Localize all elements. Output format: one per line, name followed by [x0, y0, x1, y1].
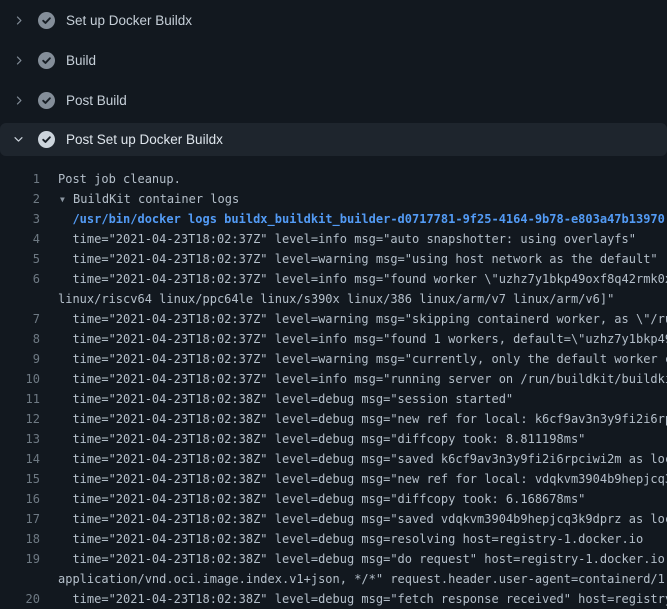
- log-line-continuation: linux/riscv64 linux/ppc64le linux/s390x …: [0, 289, 667, 309]
- log-text: time="2021-04-23T18:02:38Z" level=debug …: [58, 429, 585, 449]
- log-line: 12 time="2021-04-23T18:02:38Z" level=deb…: [0, 409, 667, 429]
- log-line: 1 Post job cleanup.: [0, 169, 667, 189]
- log-line-continuation: application/vnd.oci.image.index.v1+json,…: [0, 569, 667, 589]
- line-number[interactable]: 15: [0, 469, 40, 489]
- steps-list: Set up Docker Buildx Build Post Build Post …: [0, 0, 667, 156]
- log-text: time="2021-04-23T18:02:38Z" level=debug …: [58, 409, 667, 429]
- log-text: time="2021-04-23T18:02:38Z" level=debug …: [58, 389, 513, 409]
- log-line: 11 time="2021-04-23T18:02:38Z" level=deb…: [0, 389, 667, 409]
- log-line: 10 time="2021-04-23T18:02:37Z" level=inf…: [0, 369, 667, 389]
- log-text: time="2021-04-23T18:02:37Z" level=info m…: [58, 329, 667, 349]
- step-title: Post Set up Docker Buildx: [66, 132, 223, 147]
- log-text: time="2021-04-23T18:02:38Z" level=debug …: [58, 469, 667, 489]
- log-line: 13 time="2021-04-23T18:02:38Z" level=deb…: [0, 429, 667, 449]
- log-line: 2 ▼BuildKit container logs: [0, 189, 667, 209]
- line-number[interactable]: 3: [0, 209, 40, 229]
- line-number[interactable]: 18: [0, 529, 40, 549]
- log-group-toggle[interactable]: ▼BuildKit container logs: [58, 189, 239, 209]
- log-text: application/vnd.oci.image.index.v1+json,…: [58, 569, 667, 589]
- check-circle-icon: [38, 12, 55, 29]
- log-text: time="2021-04-23T18:02:37Z" level=warnin…: [58, 309, 667, 329]
- chevron-right-icon[interactable]: [11, 13, 25, 27]
- line-number[interactable]: 8: [0, 329, 40, 349]
- log-line: 17 time="2021-04-23T18:02:38Z" level=deb…: [0, 509, 667, 529]
- step-title: Set up Docker Buildx: [66, 13, 192, 28]
- log-group-label: BuildKit container logs: [73, 192, 239, 206]
- log-line: 15 time="2021-04-23T18:02:38Z" level=deb…: [0, 469, 667, 489]
- line-number[interactable]: 17: [0, 509, 40, 529]
- log-line: 16 time="2021-04-23T18:02:38Z" level=deb…: [0, 489, 667, 509]
- line-number[interactable]: 10: [0, 369, 40, 389]
- log-line: 3 /usr/bin/docker logs buildx_buildkit_b…: [0, 209, 667, 229]
- step-title: Build: [66, 53, 96, 68]
- step-row-post-build[interactable]: Post Build: [0, 80, 667, 120]
- log-line: 9 time="2021-04-23T18:02:37Z" level=warn…: [0, 349, 667, 369]
- log-line: 19 time="2021-04-23T18:02:38Z" level=deb…: [0, 549, 667, 569]
- log-line: 5 time="2021-04-23T18:02:37Z" level=warn…: [0, 249, 667, 269]
- log-line: 7 time="2021-04-23T18:02:37Z" level=warn…: [0, 309, 667, 329]
- log-text: time="2021-04-23T18:02:37Z" level=info m…: [58, 369, 667, 389]
- chevron-down-icon[interactable]: [11, 133, 25, 147]
- log-text: time="2021-04-23T18:02:37Z" level=warnin…: [58, 349, 667, 369]
- chevron-right-icon[interactable]: [11, 93, 25, 107]
- log-text: time="2021-04-23T18:02:38Z" level=debug …: [58, 529, 643, 549]
- step-row-post-set-up-docker-buildx[interactable]: Post Set up Docker Buildx: [0, 123, 667, 156]
- check-circle-icon: [38, 52, 55, 69]
- line-number[interactable]: 4: [0, 229, 40, 249]
- log-text: time="2021-04-23T18:02:38Z" level=debug …: [58, 449, 667, 469]
- log-text: time="2021-04-23T18:02:38Z" level=debug …: [58, 549, 667, 569]
- log-line: 14 time="2021-04-23T18:02:38Z" level=deb…: [0, 449, 667, 469]
- step-row-set-up-docker-buildx[interactable]: Set up Docker Buildx: [0, 0, 667, 40]
- log-text: Post job cleanup.: [58, 169, 181, 189]
- actions-log-viewer: { "theme": { "background": "#12181f", "e…: [0, 0, 667, 600]
- line-number[interactable]: 2: [0, 189, 40, 209]
- line-number[interactable]: 13: [0, 429, 40, 449]
- log-text: time="2021-04-23T18:02:37Z" level=info m…: [58, 269, 667, 289]
- log-text: time="2021-04-23T18:02:38Z" level=debug …: [58, 489, 585, 509]
- log-text: linux/riscv64 linux/ppc64le linux/s390x …: [58, 289, 614, 309]
- step-title: Post Build: [66, 93, 127, 108]
- line-number[interactable]: 12: [0, 409, 40, 429]
- log-text: time="2021-04-23T18:02:37Z" level=warnin…: [58, 249, 658, 269]
- line-number[interactable]: 14: [0, 449, 40, 469]
- log-command-text: /usr/bin/docker logs buildx_buildkit_bui…: [58, 209, 665, 229]
- log-line: 20 time="2021-04-23T18:02:38Z" level=deb…: [0, 589, 667, 609]
- line-number[interactable]: 16: [0, 489, 40, 509]
- triangle-down-icon[interactable]: ▼: [60, 190, 73, 209]
- line-number[interactable]: 20: [0, 589, 40, 609]
- line-number[interactable]: 11: [0, 389, 40, 409]
- line-number[interactable]: 7: [0, 309, 40, 329]
- check-circle-icon: [38, 92, 55, 109]
- line-number[interactable]: 5: [0, 249, 40, 269]
- log-line: 6 time="2021-04-23T18:02:37Z" level=info…: [0, 269, 667, 289]
- line-number[interactable]: 9: [0, 349, 40, 369]
- log-text: time="2021-04-23T18:02:38Z" level=debug …: [58, 509, 667, 529]
- log-line: 4 time="2021-04-23T18:02:37Z" level=info…: [0, 229, 667, 249]
- log-line: 18 time="2021-04-23T18:02:38Z" level=deb…: [0, 529, 667, 549]
- line-number: [0, 289, 40, 309]
- line-number: [0, 569, 40, 589]
- check-circle-icon: [38, 131, 55, 148]
- line-number[interactable]: 1: [0, 169, 40, 189]
- log-text: time="2021-04-23T18:02:38Z" level=debug …: [58, 589, 667, 609]
- log-area: 1 Post job cleanup. 2 ▼BuildKit container l…: [0, 156, 667, 609]
- chevron-right-icon[interactable]: [11, 53, 25, 67]
- step-row-build[interactable]: Build: [0, 40, 667, 80]
- line-number[interactable]: 6: [0, 269, 40, 289]
- line-number[interactable]: 19: [0, 549, 40, 569]
- log-text: time="2021-04-23T18:02:37Z" level=info m…: [58, 229, 636, 249]
- log-line: 8 time="2021-04-23T18:02:37Z" level=info…: [0, 329, 667, 349]
